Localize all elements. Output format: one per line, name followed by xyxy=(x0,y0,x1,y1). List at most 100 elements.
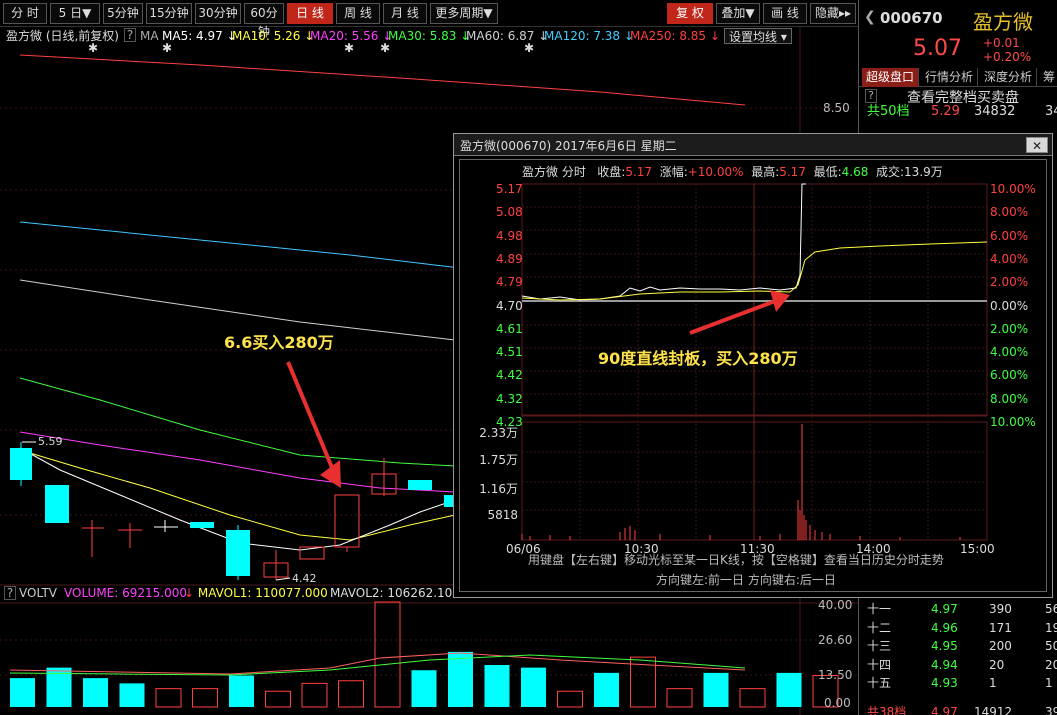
pct-axis-label: 10.00% xyxy=(990,415,1036,429)
tab-super-book[interactable]: 超级盘口 xyxy=(862,68,920,87)
pct-axis-label: 4.00% xyxy=(990,345,1029,360)
bid-level-row[interactable]: 十一 4.97 390 56 xyxy=(859,600,1057,618)
tab-depth-analysis[interactable]: 深度分析 xyxy=(980,68,1038,87)
bid-total-row: 共38档 4.97 14912 39 xyxy=(867,705,1057,715)
stock-name: 盈方微 xyxy=(973,10,1033,34)
vol-axis-1350: 13.50 xyxy=(818,668,853,682)
volume-bar xyxy=(703,672,729,707)
tab-30min[interactable]: 30分钟 xyxy=(195,3,241,24)
tab-weekly[interactable]: 周 线 xyxy=(336,3,380,24)
tab-daily[interactable]: 日 线 xyxy=(287,3,333,24)
ma-info-bar: 盈方微 (日线,前复权) ? MA MA5: 4.97 ↓ MA10: 5.26… xyxy=(0,28,858,46)
price-axis-label: 4.70 xyxy=(496,298,523,313)
ma10-value: MA10: 5.26 ↓ xyxy=(232,29,315,43)
help-icon[interactable]: ? xyxy=(124,28,136,42)
bid-level-row[interactable]: 十二 4.96 171 19 xyxy=(859,619,1057,637)
intraday-chart[interactable]: 盈方微 分时 收盘:5.17 涨幅:+10.00% 最高:5.17 最低:4.6… xyxy=(459,159,1047,592)
draw-button[interactable]: 画 线 xyxy=(763,3,807,24)
volume-help-icon[interactable]: ? xyxy=(4,586,16,600)
ask-total-row: 共50档 5.29 34832 34 xyxy=(867,104,1057,119)
volume-bar xyxy=(338,680,364,708)
book-help-icon[interactable]: ? xyxy=(865,89,877,103)
overlay-button[interactable]: 叠加▼ xyxy=(716,3,760,24)
close-icon[interactable]: ✕ xyxy=(1026,137,1048,153)
vol-axis-0: 0.00 xyxy=(824,696,851,710)
volume-bar xyxy=(448,651,473,707)
candles xyxy=(10,442,454,580)
ma250-line xyxy=(19,54,746,106)
price-axis-label: 5.17 xyxy=(496,182,523,196)
collapse-icon[interactable]: ❮ xyxy=(864,9,876,25)
current-price: 5.07 xyxy=(913,36,962,61)
price-axis-label: 4.32 xyxy=(496,391,523,406)
price-axis-label: 4.98 xyxy=(496,228,523,243)
bid-level-row[interactable]: 十五 4.93 1 1 xyxy=(859,674,1057,692)
tab-5day[interactable]: 5 日▼ xyxy=(50,3,100,24)
vol-axis-2660: 26.60 xyxy=(818,633,853,647)
tab-monthly[interactable]: 月 线 xyxy=(383,3,427,24)
bid-level-row[interactable]: 十四 4.94 20 20 xyxy=(859,656,1057,674)
volume-value: VOLUME: 69215.000 xyxy=(64,586,187,600)
price-axis-label: 4.61 xyxy=(496,321,523,336)
popup-titlebar[interactable]: 盈方微(000670) 2017年6月6日 星期二 ✕ xyxy=(454,134,1052,156)
volume-bar xyxy=(776,672,802,707)
adjust-button[interactable]: 复 权 xyxy=(667,3,713,24)
tab-5min[interactable]: 5分钟 xyxy=(103,3,143,24)
mavol1-value: ↓ MAVOL1: 110077.000 xyxy=(184,586,328,600)
ma30-value: MA30: 5.83 ↓ xyxy=(388,29,471,43)
stock-code: 000670 xyxy=(880,9,943,27)
pct-axis-label: 4.00% xyxy=(990,251,1029,266)
ma60-value: MA60: 6.87 ↓ xyxy=(466,29,549,43)
tab-60min[interactable]: 60分钟 xyxy=(244,3,284,39)
hide-button[interactable]: 隐藏▸▸ xyxy=(810,3,856,24)
ma5-value: MA5: 4.97 ↓ xyxy=(162,29,237,43)
tab-chips[interactable]: 筹 xyxy=(1039,68,1057,87)
seal-annotation: 90度直线封板，买入280万 xyxy=(598,349,798,368)
volume-bar xyxy=(739,688,766,708)
pct-axis-label: 10.00% xyxy=(990,182,1036,196)
ma-label: MA xyxy=(140,29,159,43)
volume-bar xyxy=(666,688,693,708)
volume-indicator-label[interactable]: VOLTV xyxy=(19,586,57,601)
tab-more-periods[interactable]: 更多周期▼ xyxy=(430,3,498,24)
ma30-line xyxy=(19,377,456,467)
pct-axis-label: 2.00% xyxy=(990,275,1029,290)
mavol1-line xyxy=(9,652,746,675)
volume-bar xyxy=(265,690,291,708)
volume-axis-label: 1.16万 xyxy=(479,482,518,496)
quote-tabs: 超级盘口 行情分析 深度分析 筹 xyxy=(859,68,1057,87)
ma20-value: MA20: 5.56 ↓ xyxy=(310,29,393,43)
volume-bar xyxy=(119,683,145,707)
tab-15min[interactable]: 15分钟 xyxy=(146,3,192,24)
time-axis-label: 15:00 xyxy=(960,542,995,556)
volume-bar xyxy=(301,682,328,708)
pct-axis-label: 8.00% xyxy=(990,205,1029,220)
volume-bars xyxy=(10,601,839,708)
tab-intraday[interactable]: 分 时 xyxy=(3,3,47,24)
ma-settings-button[interactable]: 设置均线 ▾ xyxy=(724,28,792,44)
tab-market-analysis[interactable]: 行情分析 xyxy=(921,68,979,87)
ma250-value: MA250: 8.85 ↓ xyxy=(630,29,720,43)
volume-bar xyxy=(83,678,108,707)
volume-bar xyxy=(192,688,218,708)
price-change: +0.01 +0.20% xyxy=(983,36,1032,64)
pct-axis-label: 2.00% xyxy=(990,321,1029,336)
ma120-value: MA120: 7.38 ↓ xyxy=(544,29,634,43)
volume-bar xyxy=(229,675,254,707)
chart-title: 盈方微 (日线,前复权) xyxy=(6,29,119,43)
popup-help-line1: 用键盘【左右键】移动光标至某一日K线，按【空格键】查看当日历史分时走势 xyxy=(528,553,944,567)
volume-bar xyxy=(10,678,35,707)
ma120-line xyxy=(19,221,461,269)
popup-help-line2: 方向键左:前一日 方向键右:后一日 xyxy=(656,573,836,587)
volume-bar xyxy=(521,667,546,707)
price-axis-label: 4.42 xyxy=(496,368,523,383)
period-toolbar: 分 时 5 日▼ 5分钟 15分钟 30分钟 60分钟 日 线 周 线 月 线 … xyxy=(0,0,858,39)
price-axis-label: 4.79 xyxy=(496,275,523,290)
vol-axis-40: 40.00 xyxy=(818,598,853,612)
volume-bar xyxy=(557,690,583,708)
intraday-popup[interactable]: 盈方微(000670) 2017年6月6日 星期二 ✕ 盈方微 分时 收盘:5.… xyxy=(453,133,1053,598)
pct-axis-label: 8.00% xyxy=(990,391,1029,406)
price-axis-label: 5.08 xyxy=(496,205,523,220)
price-axis-label: 4.51 xyxy=(496,345,523,360)
bid-level-row[interactable]: 十三 4.95 200 50 xyxy=(859,637,1057,655)
